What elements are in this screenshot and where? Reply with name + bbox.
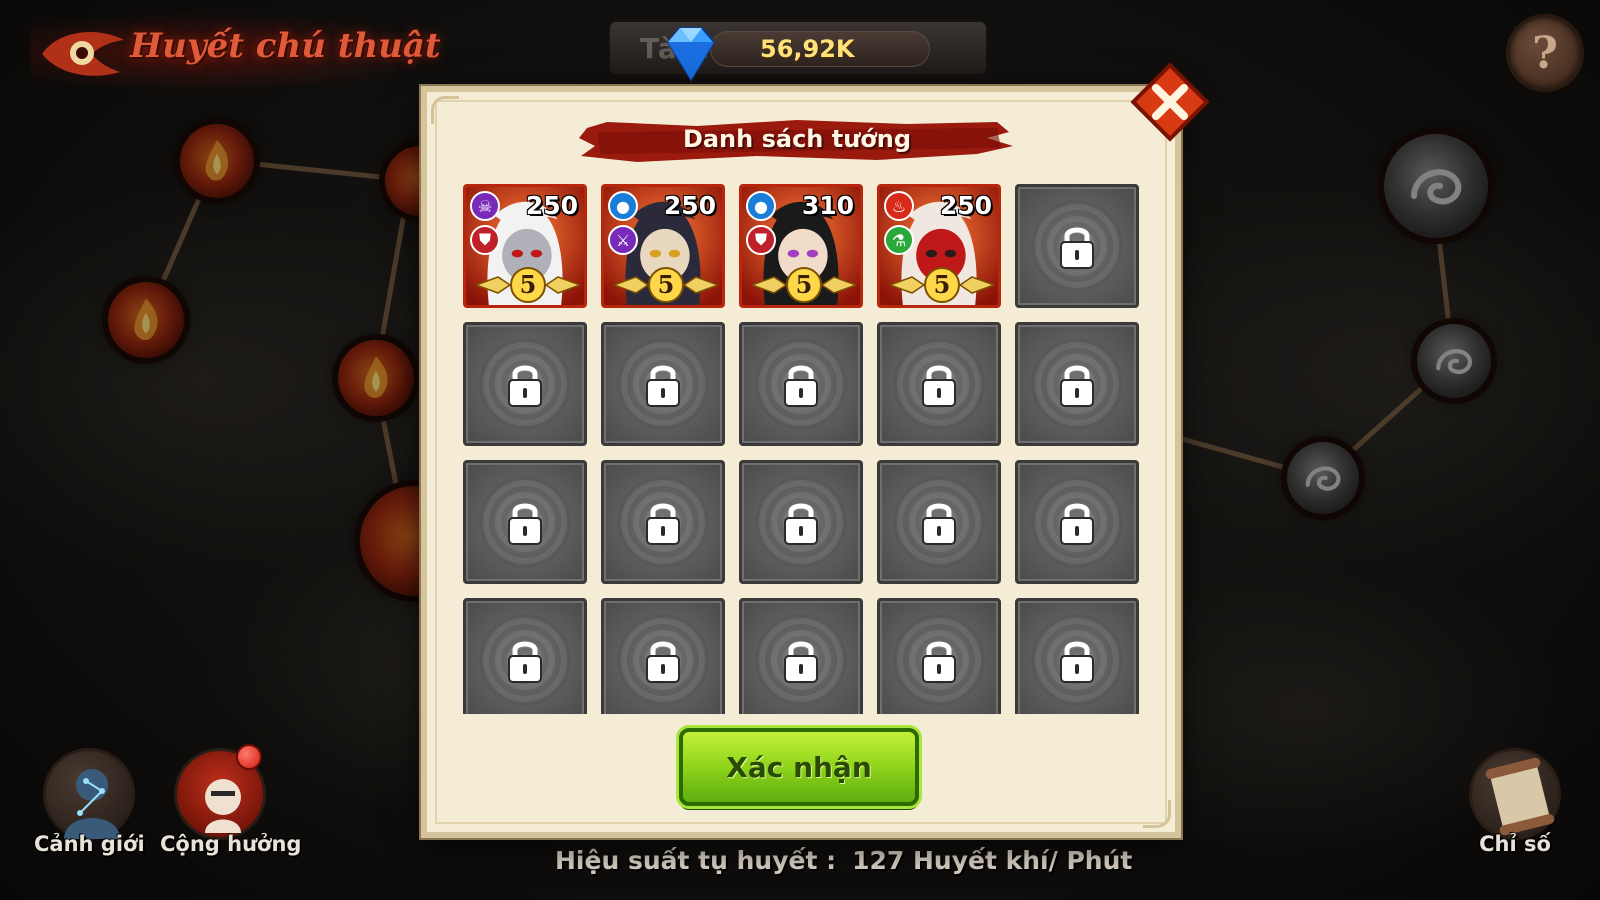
realm-button[interactable]: Cảnh giới <box>34 748 145 856</box>
water-icon: ● <box>746 191 776 221</box>
fire-icon: ♨ <box>884 191 914 221</box>
locked-slot[interactable] <box>463 598 587 714</box>
hero-card[interactable]: 310 ● ⛊ 5 <box>739 184 863 308</box>
notification-dot <box>236 744 262 770</box>
resonance-label: Cộng hưởng <box>160 832 302 856</box>
locked-slot[interactable] <box>1015 460 1139 584</box>
lock-icon <box>508 365 542 407</box>
star-rank-badge: 5 <box>887 267 997 303</box>
efficiency-text: Hiệu suất tụ huyết : 127 Huyết khí/ Phút <box>555 846 1132 875</box>
hero-power: 310 <box>801 191 854 220</box>
confirm-label: Xác nhận <box>726 750 872 784</box>
hero-power: 250 <box>939 191 992 220</box>
efficiency-label: Hiệu suất tụ huyết : <box>555 846 837 875</box>
lock-icon <box>1060 503 1094 545</box>
confirm-button[interactable]: Xác nhận <box>679 728 919 806</box>
hero-grid: 250 ☠ ⛊ 5 250 ● ⚔ 5 310 ● ⛊ 5 250 ♨ ⚗ 5 <box>463 184 1139 714</box>
lock-icon <box>646 365 680 407</box>
locked-slot[interactable] <box>739 460 863 584</box>
lock-icon <box>646 641 680 683</box>
hero-list-modal: Danh sách tướng 250 ☠ ⛊ 5 250 ● ⚔ 5 310 … <box>421 86 1181 838</box>
star-count: 5 <box>933 270 951 299</box>
water-icon: ● <box>608 191 638 221</box>
corner-ornament <box>1143 800 1171 828</box>
star-rank-badge: 5 <box>749 267 859 303</box>
page-title: Huyết chú thuật <box>130 26 441 66</box>
locked-slot[interactable] <box>601 322 725 446</box>
locked-slot[interactable] <box>877 322 1001 446</box>
star-count: 5 <box>657 270 675 299</box>
lock-icon <box>922 641 956 683</box>
currency-value: 56,92K <box>760 35 855 63</box>
scroll-icon <box>1469 748 1561 840</box>
help-button[interactable]: ? <box>1506 14 1584 92</box>
locked-slot[interactable] <box>601 460 725 584</box>
lock-icon <box>646 503 680 545</box>
armor-icon: ⛊ <box>746 225 776 255</box>
star-rank-badge: 5 <box>611 267 721 303</box>
close-button[interactable] <box>1128 60 1212 144</box>
hero-power: 250 <box>663 191 716 220</box>
realm-avatar-icon <box>43 748 135 840</box>
locked-slot[interactable] <box>463 322 587 446</box>
hero-card[interactable]: 250 ● ⚔ 5 <box>601 184 725 308</box>
locked-slot[interactable] <box>1015 598 1139 714</box>
currency-bar: Tài Nguyên 56,92K <box>608 20 988 82</box>
locked-slot[interactable] <box>1015 322 1139 446</box>
locked-slot[interactable] <box>601 598 725 714</box>
question-icon: ? <box>1532 27 1558 79</box>
hero-power: 250 <box>525 191 578 220</box>
star-count: 5 <box>795 270 813 299</box>
title-area: Huyết chú thuật <box>30 12 450 92</box>
star-count: 5 <box>519 270 537 299</box>
locked-slot[interactable] <box>1015 184 1139 308</box>
locked-slot[interactable] <box>877 598 1001 714</box>
lock-icon <box>508 641 542 683</box>
locked-slot[interactable] <box>739 322 863 446</box>
lock-icon <box>1060 365 1094 407</box>
locked-slot[interactable] <box>739 598 863 714</box>
corner-ornament <box>431 96 459 124</box>
lock-icon <box>508 503 542 545</box>
lock-icon <box>784 503 818 545</box>
realm-label: Cảnh giới <box>34 832 145 856</box>
stats-button[interactable]: Chỉ số <box>1460 748 1570 856</box>
lock-icon <box>922 503 956 545</box>
sword-icon: ⚔ <box>608 225 638 255</box>
diamond-icon <box>658 24 724 84</box>
back-eye-icon[interactable] <box>38 20 128 84</box>
lock-icon <box>784 365 818 407</box>
potion-icon: ⚗ <box>884 225 914 255</box>
hero-card[interactable]: 250 ♨ ⚗ 5 <box>877 184 1001 308</box>
close-icon <box>1130 62 1210 142</box>
resonance-button[interactable]: Cộng hưởng <box>160 748 302 856</box>
star-rank-badge: 5 <box>473 267 583 303</box>
armor-icon: ⛊ <box>470 225 500 255</box>
hero-card[interactable]: 250 ☠ ⛊ 5 <box>463 184 587 308</box>
locked-slot[interactable] <box>877 460 1001 584</box>
demon-icon: ☠ <box>470 191 500 221</box>
lock-icon <box>1060 227 1094 269</box>
lock-icon <box>1060 641 1094 683</box>
efficiency-value: 127 Huyết khí/ Phút <box>852 846 1133 875</box>
modal-title-banner: Danh sách tướng <box>577 118 1017 164</box>
modal-title: Danh sách tướng <box>682 125 912 153</box>
lock-icon <box>922 365 956 407</box>
locked-slot[interactable] <box>463 460 587 584</box>
lock-icon <box>784 641 818 683</box>
